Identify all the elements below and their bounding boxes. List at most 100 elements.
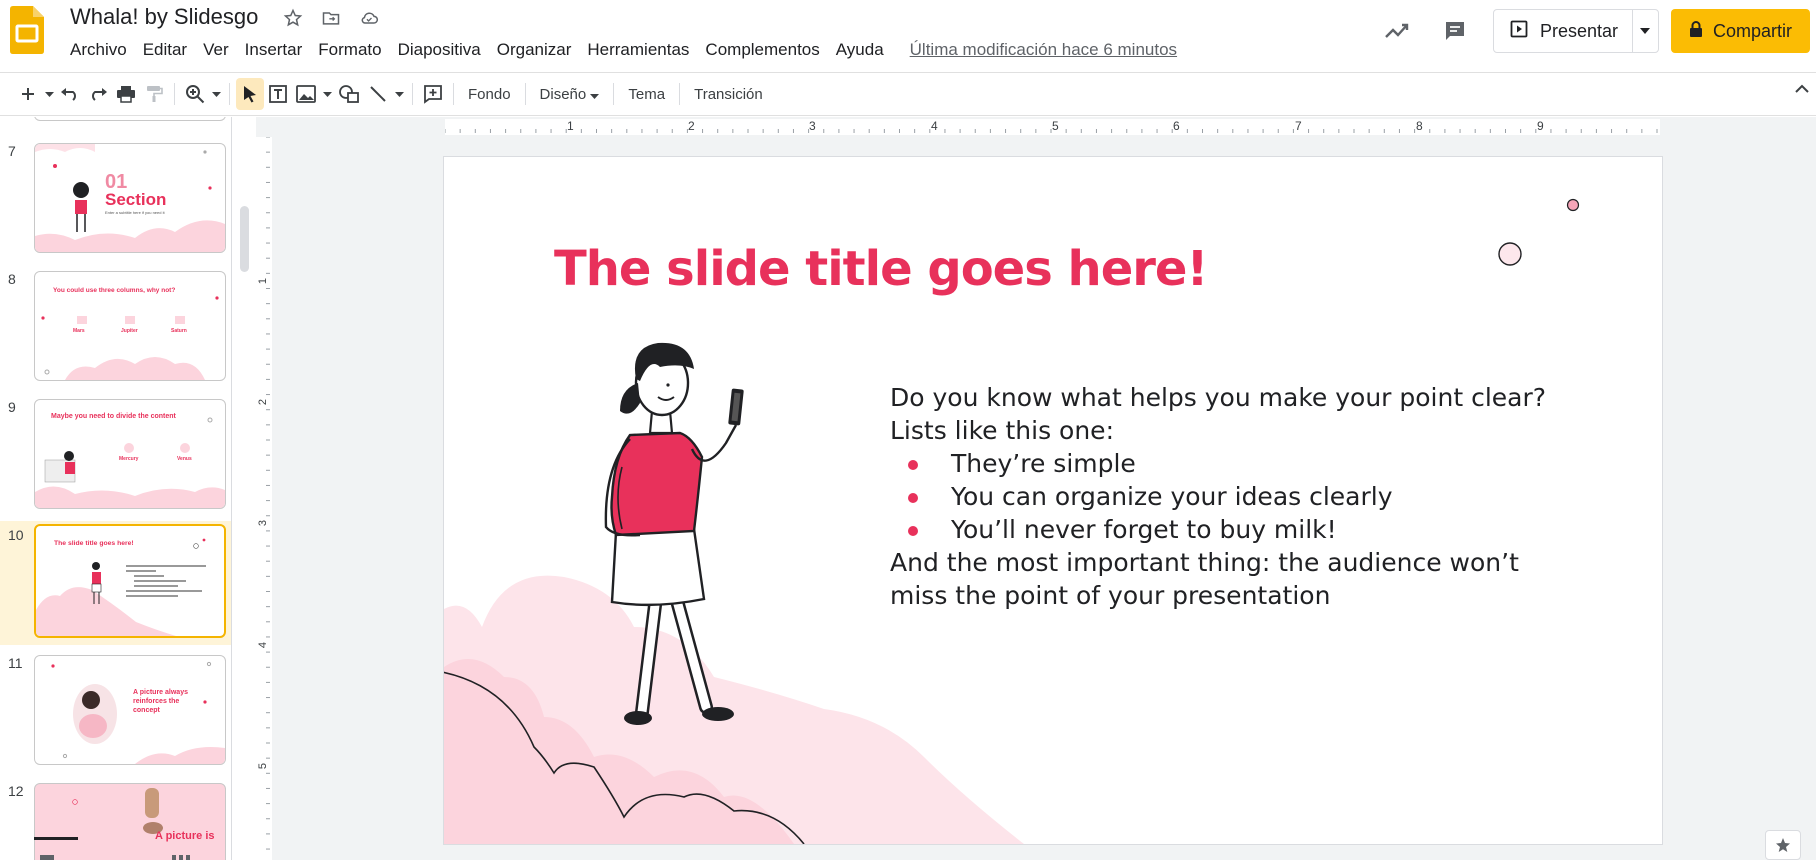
slide-thumbnail-11[interactable]: 11 A picture always reinforces the conce… [0, 653, 231, 771]
thumbnail[interactable]: You could use three columns, why not? Ma… [34, 271, 226, 381]
current-slide[interactable]: The slide title goes here! Do you know w… [444, 157, 1662, 844]
slide-thumbnail-10[interactable]: 10 The slide title goes here! [0, 521, 231, 645]
undo-button[interactable] [56, 78, 84, 110]
slide-thumbnail-7[interactable]: 7 01 Section Enter a subtitle here if yo… [0, 141, 231, 259]
thumb-title: Maybe you need to divide the content [51, 413, 176, 420]
vertical-ruler[interactable]: 1 2 3 4 5 [256, 137, 272, 860]
slide-title[interactable]: The slide title goes here! [554, 241, 1208, 297]
zoom-dropdown[interactable] [209, 78, 223, 110]
thumbnail[interactable]: 01 Section Enter a subtitle here if you … [34, 143, 226, 253]
present-button-group: Presentar [1492, 9, 1659, 53]
thumb-subtitle: Section [105, 190, 167, 209]
redo-button[interactable] [84, 78, 112, 110]
ruler-label: 3 [809, 119, 816, 133]
new-slide-layout-dropdown[interactable] [42, 78, 56, 110]
activity-trend-icon[interactable] [1377, 11, 1417, 51]
thumb-caption: Enter a subtitle here if you need it [105, 210, 165, 215]
share-button[interactable]: Compartir [1670, 9, 1810, 53]
move-folder-icon[interactable] [318, 5, 344, 31]
line-dropdown[interactable] [392, 78, 406, 110]
add-comment-button[interactable] [419, 78, 447, 110]
body-line: And the most important thing: the audien… [890, 548, 1519, 577]
menu-ayuda[interactable]: Ayuda [828, 38, 892, 62]
ruler-label: 9 [1537, 119, 1544, 133]
decor-dot [1566, 198, 1580, 212]
toolbar: Fondo Diseño Tema Transición [0, 72, 1816, 116]
present-icon [1510, 20, 1528, 43]
filmstrip-view-icon[interactable] [40, 855, 54, 860]
decor-ring [1498, 242, 1522, 266]
bullet-item: You can organize your ideas clearly [890, 480, 1610, 513]
chevron-down-icon [590, 93, 600, 99]
slide-number: 7 [8, 143, 16, 159]
menu-diapositiva[interactable]: Diapositiva [390, 38, 489, 62]
new-slide-button[interactable] [14, 78, 42, 110]
thumb-title: 01 [105, 171, 128, 193]
select-tool-button[interactable] [236, 78, 264, 110]
ruler-label: 5 [257, 762, 270, 770]
thumbnail[interactable]: A picture is [34, 783, 226, 860]
background-button[interactable]: Fondo [460, 86, 519, 103]
menu-formato[interactable]: Formato [310, 38, 389, 62]
line-icon [370, 86, 386, 102]
star-icon[interactable] [280, 5, 306, 31]
slide-number: 9 [8, 399, 16, 415]
previous-thumbnail-edge[interactable] [34, 117, 226, 121]
shape-button[interactable] [334, 78, 364, 110]
ruler-label: 2 [688, 119, 695, 133]
body-line: miss the point of your presentation [890, 581, 1331, 610]
horizontal-ruler[interactable]: 1 2 3 4 5 6 7 8 9 [445, 119, 1660, 135]
thumb-title: A picture always reinforces the concept [133, 689, 188, 714]
thumbnail[interactable]: Maybe you need to divide the content Mer… [34, 399, 226, 509]
slides-logo-icon[interactable] [10, 6, 44, 54]
slide-number: 11 [8, 655, 23, 671]
slide-thumbnail-9[interactable]: 9 Maybe you need to divide the content M… [0, 397, 231, 515]
paint-format-button[interactable] [140, 78, 168, 110]
filmstrip-scrollbar[interactable] [240, 206, 249, 272]
menu-insertar[interactable]: Insertar [237, 38, 311, 62]
insert-image-dropdown[interactable] [320, 78, 334, 110]
bullet-item: You’ll never forget to buy milk! [890, 513, 1610, 546]
menu-herramientas[interactable]: Herramientas [579, 38, 697, 62]
slide-thumbnail-8[interactable]: 8 You could use three columns, why not? … [0, 269, 231, 387]
body-line: Do you know what helps you make your poi… [890, 383, 1547, 412]
thumb-col: Saturn [171, 328, 187, 334]
collapse-toolbar-icon[interactable] [1794, 81, 1810, 99]
line-button[interactable] [364, 78, 392, 110]
menu-archivo[interactable]: Archivo [62, 38, 135, 62]
explore-button[interactable] [1765, 830, 1801, 860]
cloud-saved-icon[interactable] [356, 5, 382, 31]
ruler-label: 4 [931, 119, 938, 133]
slide-number: 12 [8, 783, 24, 799]
present-options-dropdown[interactable] [1631, 10, 1658, 52]
slide-thumbnail-12[interactable]: 12 A picture is [0, 781, 231, 860]
comments-icon[interactable] [1435, 11, 1475, 51]
document-title[interactable]: Whala! by Slidesgo [70, 4, 258, 30]
menu-editar[interactable]: Editar [135, 38, 195, 62]
last-edit-link[interactable]: Última modificación hace 6 minutos [910, 38, 1177, 62]
thumb-col: Venus [177, 456, 192, 462]
present-button[interactable]: Presentar [1494, 10, 1632, 52]
slide-body-text[interactable]: Do you know what helps you make your poi… [890, 381, 1610, 612]
zoom-button[interactable] [181, 78, 209, 110]
ruler-label: 3 [257, 519, 270, 527]
layout-button[interactable]: Diseño [532, 86, 608, 103]
body-line: Lists like this one: [890, 416, 1114, 445]
grid-view-icon[interactable] [172, 855, 190, 860]
menu-organizar[interactable]: Organizar [489, 38, 580, 62]
share-label: Compartir [1712, 20, 1792, 41]
thumbnail[interactable]: The slide title goes here! [34, 524, 226, 638]
thumbnail[interactable]: A picture always reinforces the concept [34, 655, 226, 765]
theme-button[interactable]: Tema [620, 86, 673, 103]
thumb-col: Jupiter [121, 328, 138, 334]
transition-button[interactable]: Transición [686, 86, 771, 103]
text-box-button[interactable] [264, 78, 292, 110]
ruler-label: 1 [257, 277, 270, 285]
add-comment-icon [424, 85, 442, 104]
print-button[interactable] [112, 78, 140, 110]
slide-filmstrip: 7 01 Section Enter a subtitle here if yo… [0, 117, 232, 860]
menu-ver[interactable]: Ver [195, 38, 237, 62]
insert-image-button[interactable] [292, 78, 320, 110]
menu-complementos[interactable]: Complementos [697, 38, 827, 62]
present-label: Presentar [1539, 20, 1618, 41]
